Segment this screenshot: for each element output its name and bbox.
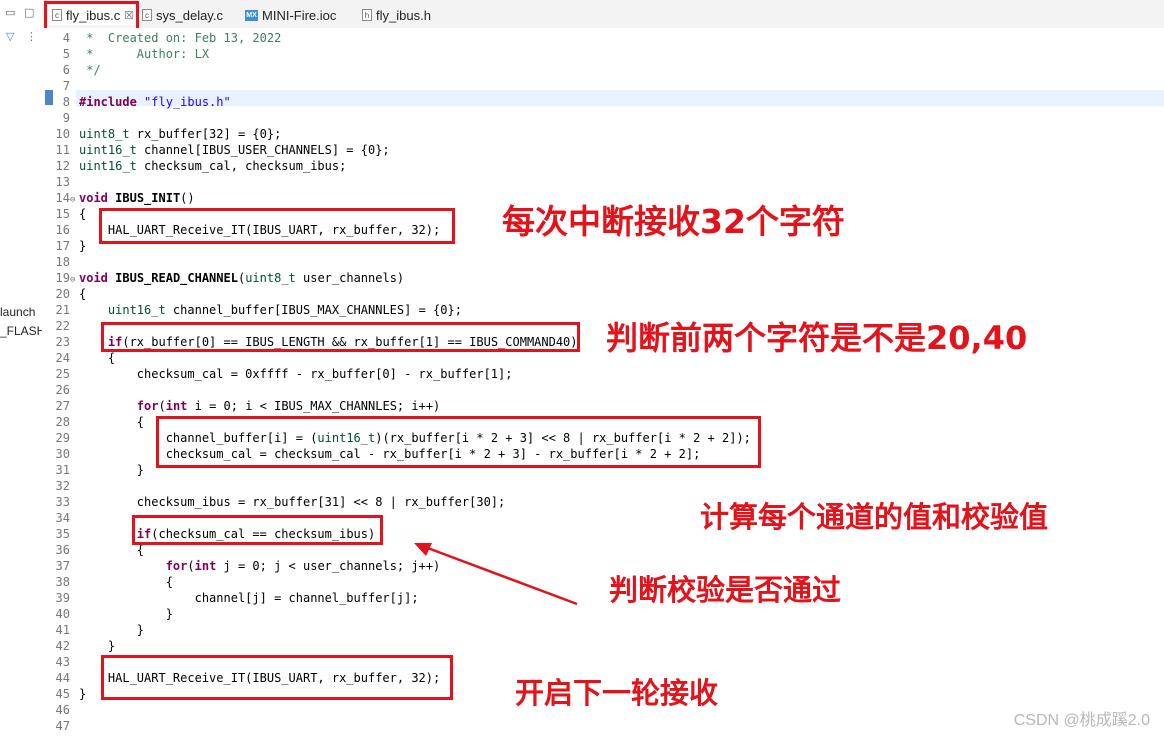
annotation-note-1: 每次中断接收32个字符	[502, 202, 845, 241]
annotation-arrow	[414, 543, 578, 606]
watermark: CSDN @桃成蹊2.0	[1013, 712, 1150, 729]
annotation-note-3: 计算每个通道的值和校验值	[700, 500, 1049, 534]
annotation-note-2: 判断前两个字符是不是20,40	[606, 319, 1028, 357]
annotation-note-5: 开启下一轮接收	[515, 676, 719, 710]
annotation-note-4: 判断校验是否通过	[609, 573, 842, 607]
